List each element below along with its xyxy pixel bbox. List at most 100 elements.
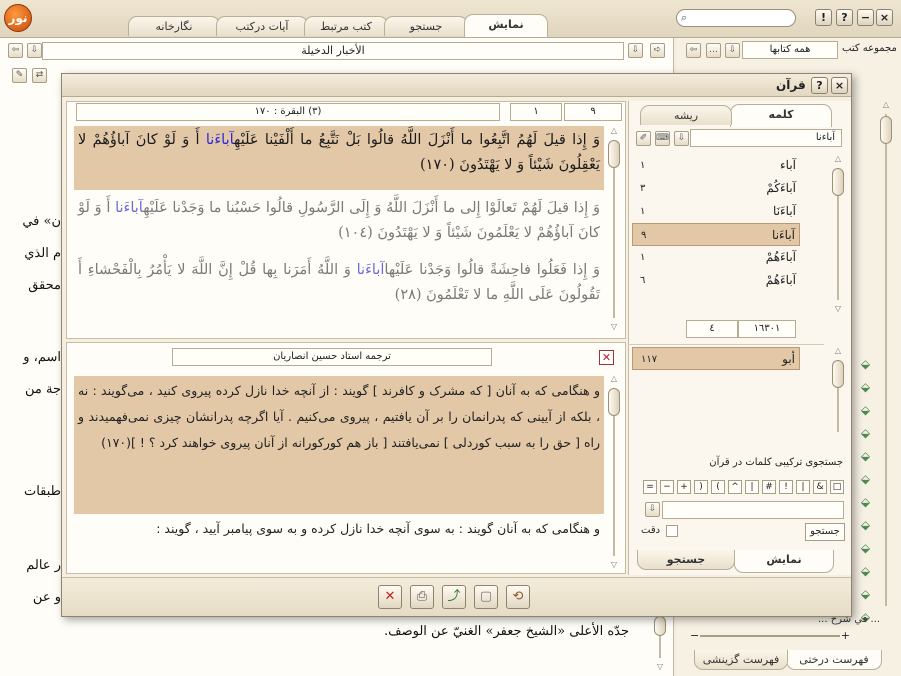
dialog-help-button[interactable]: ? <box>811 77 828 94</box>
book-icon[interactable]: ⬙ <box>858 519 873 532</box>
operator-button[interactable]: | <box>796 480 810 494</box>
translator-field[interactable]: ترجمه استاد حسین انصاریان <box>172 348 492 366</box>
sidebar-scrollbar[interactable]: △ <box>880 100 892 620</box>
list-item[interactable]: آباءَنَا ١ <box>632 200 800 223</box>
tab-panel-search[interactable]: جستجو <box>637 550 735 570</box>
tab-tree-index[interactable]: فهرست درختی <box>786 650 882 670</box>
print-icon[interactable]: ⎙ <box>410 585 434 609</box>
close-button[interactable]: × <box>876 9 893 26</box>
book-icon[interactable]: ⬙ <box>858 404 873 417</box>
operator-button[interactable]: ( <box>711 480 725 494</box>
highlight-word: آباءَنا <box>356 262 385 278</box>
clear-icon[interactable]: ⟲ <box>506 585 530 609</box>
word-pager-total: ١٦٣٠١ <box>738 320 796 338</box>
book-icon[interactable]: ⬙ <box>858 358 873 371</box>
keyboard-icon[interactable]: ⌨ <box>655 131 670 146</box>
list-item[interactable]: آباءَهُمْ ٦ <box>632 269 800 292</box>
combo-search-input[interactable] <box>662 501 844 519</box>
export-icon[interactable]: ⤴ <box>442 585 466 609</box>
search-icon: ⌕ <box>681 11 688 24</box>
minimize-button[interactable]: − <box>857 9 874 26</box>
operator-button[interactable]: ^ <box>728 480 742 494</box>
word-pager-current[interactable]: ٤ <box>686 320 738 338</box>
nav-back-button[interactable]: ⇦ <box>8 43 23 58</box>
operator-button[interactable]: + <box>677 480 691 494</box>
more-options-button[interactable]: … <box>706 43 721 58</box>
operator-button[interactable]: & <box>813 480 827 494</box>
verses-scrollbar[interactable]: △ ▽ <box>608 126 620 332</box>
tab-verses-in-books[interactable]: آیات درکتب <box>216 16 308 36</box>
dialog-title: قرآن <box>776 78 806 92</box>
book-icon[interactable]: ⬙ <box>858 381 873 394</box>
verse-current-field[interactable]: ١ <box>510 103 562 121</box>
edit-icon[interactable]: ✐ <box>636 131 651 146</box>
export-icon[interactable]: ⇄ <box>32 68 47 83</box>
sura-field: (٣) البقرة : ١٧٠ <box>76 103 500 121</box>
operator-button[interactable]: # <box>762 480 776 494</box>
verse[interactable]: وَ إِذا فَعَلُوا فاحِشَةً قالُوا وَجَدْن… <box>74 258 604 314</box>
book-icon[interactable]: ⬙ <box>858 473 873 486</box>
translation-selected: و هنگامی که به آنان [ که مشرک و کافرند ]… <box>74 376 604 514</box>
list-item[interactable]: آباءَهُمْ ١ <box>632 246 800 269</box>
bg-text-line: جدّه الأعلى «الشيخ جعفر» الغنيّ عن الوصف… <box>383 624 629 639</box>
translation-scrollbar[interactable]: △ ▽ <box>608 374 620 570</box>
book-dropdown-button[interactable]: ⇩ <box>27 43 42 58</box>
delete-button[interactable]: ✕ <box>378 585 402 609</box>
book-title-field: الأخبار الدخيلة <box>42 42 624 60</box>
nav-down-button[interactable]: ⇩ <box>628 43 643 58</box>
bg-text-line: م الذي <box>24 246 61 261</box>
collection-label: مجموعه کتب <box>842 43 897 54</box>
verse-count-field: ٩ <box>564 103 622 121</box>
word-dropdown-button[interactable]: ⇩ <box>674 131 689 146</box>
combo-search-label: جستجوی ترکیبی کلمات در قرآن <box>709 457 843 468</box>
tab-related-books[interactable]: کتب مرتبط <box>304 16 388 36</box>
search-input[interactable]: ⌕ <box>676 9 796 27</box>
tab-root[interactable]: ریشه <box>640 105 732 125</box>
book-icon[interactable]: ⬙ <box>858 542 873 555</box>
list-item-selected[interactable]: آباءَنا ٩ <box>632 223 800 246</box>
word-input[interactable]: آباءنا <box>690 129 842 147</box>
tab-display[interactable]: نمایش <box>464 14 548 37</box>
book-icon[interactable]: ⬙ <box>858 565 873 578</box>
copy-icon[interactable]: ▢ <box>474 585 498 609</box>
word-list-scrollbar[interactable]: △ ▽ <box>832 154 844 314</box>
tab-search[interactable]: جستجو <box>384 16 468 36</box>
sidebar-slider[interactable]: − + <box>690 630 850 642</box>
operator-button[interactable]: = <box>643 480 657 494</box>
tools-icon[interactable]: ✎ <box>12 68 27 83</box>
about-button[interactable]: ! <box>815 9 832 26</box>
operator-button[interactable]: ! <box>779 480 793 494</box>
help-button[interactable]: ? <box>836 9 853 26</box>
combo-search-button[interactable]: جستجو <box>805 523 845 541</box>
translation-close-button[interactable]: ✕ <box>599 350 614 365</box>
reading-scrollbar[interactable]: ▽ <box>654 616 666 672</box>
tab-word[interactable]: کلمه <box>730 104 832 127</box>
nav-forward-button[interactable]: ➪ <box>650 43 665 58</box>
tab-panel-display[interactable]: نمایش <box>734 550 834 573</box>
operator-button[interactable]: □ <box>830 480 844 494</box>
book-icon[interactable]: ⬙ <box>858 496 873 509</box>
dialog-close-button[interactable]: × <box>831 77 848 94</box>
list-item[interactable]: آباء ١ <box>632 154 800 177</box>
root-list-scrollbar[interactable]: △ <box>832 346 844 446</box>
exact-checkbox[interactable] <box>666 525 678 537</box>
book-icon[interactable]: ⬙ <box>858 427 873 440</box>
slider-plus-icon[interactable]: + <box>841 630 850 642</box>
operator-button[interactable]: ) <box>694 480 708 494</box>
verse-selected[interactable]: وَ إِذا قيلَ لَهُمُ اتَّبِعُوا ما أَنْزَ… <box>74 126 604 190</box>
collection-dropdown-button[interactable]: ⇩ <box>725 43 740 58</box>
list-item[interactable]: آباءَكُمْ ٣ <box>632 177 800 200</box>
tab-selective-index[interactable]: فهرست گزینشی <box>694 650 788 670</box>
tab-images[interactable]: نگارخانه <box>128 16 220 36</box>
verse[interactable]: وَ إِذا قيلَ لَهُمْ تَعالَوْا إِلى‏ ما أ… <box>74 196 604 252</box>
sidebar-back-button[interactable]: ⇦ <box>686 43 701 58</box>
combo-dropdown-button[interactable]: ⇩ <box>645 502 660 517</box>
book-icon[interactable]: ⬙ <box>858 588 873 601</box>
collection-select[interactable]: همه کتابها <box>742 41 838 59</box>
operator-button[interactable]: | <box>745 480 759 494</box>
book-icon[interactable]: ⬙ <box>858 450 873 463</box>
slider-minus-icon[interactable]: − <box>690 630 699 642</box>
word-list: آباء ١ آباءَكُمْ ٣ آباءَنَا ١ آباءَنا ٩ آباء… <box>628 154 824 314</box>
list-item-selected[interactable]: أبو ١١٧ <box>632 347 800 370</box>
operator-button[interactable]: − <box>660 480 674 494</box>
